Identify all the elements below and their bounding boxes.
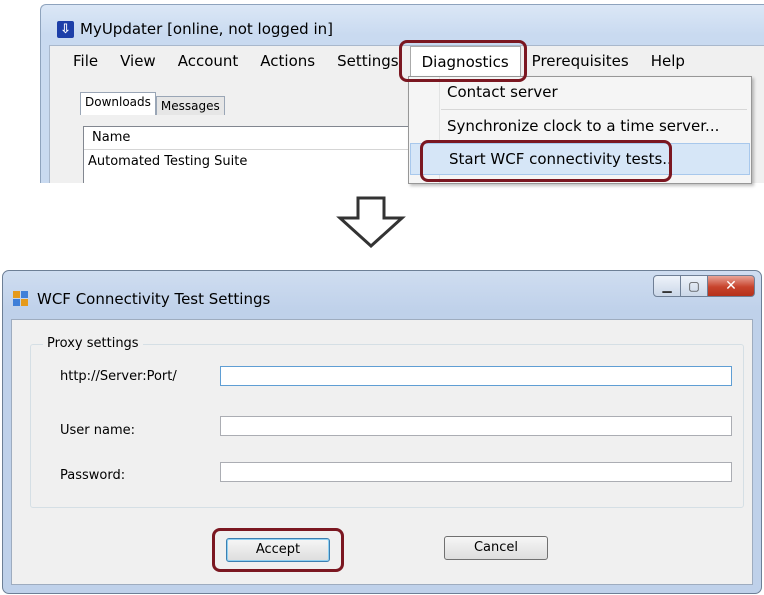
dialog-title-bar: WCF Connectivity Test Settings [13, 289, 270, 309]
table-row[interactable]: Automated Testing Suite [84, 150, 414, 174]
menu-settings[interactable]: Settings [326, 46, 410, 76]
app-icon: ⇩ [57, 20, 74, 38]
minimize-button[interactable]: ▁ [653, 275, 681, 297]
user-name-label: User name: [60, 423, 136, 438]
downloads-table: Name Automated Testing Suite [83, 126, 415, 183]
server-port-label: http://Server:Port/ [60, 369, 177, 384]
highlight-accept [212, 528, 344, 572]
menu-account[interactable]: Account [167, 46, 250, 76]
group-title: Proxy settings [43, 336, 143, 351]
menu-help[interactable]: Help [640, 46, 696, 76]
menu-prerequisites[interactable]: Prerequisites [521, 46, 640, 76]
maximize-button[interactable]: ▢ [681, 275, 708, 297]
cancel-button[interactable]: Cancel [444, 536, 548, 560]
column-header-name[interactable]: Name [84, 127, 414, 150]
wcf-settings-dialog: WCF Connectivity Test Settings ▁ ▢ ✕ Pro… [2, 270, 762, 594]
menu-item-sync-clock[interactable]: Synchronize clock to a time server... [409, 111, 751, 141]
tab-downloads[interactable]: Downloads [80, 92, 156, 115]
menu-separator [441, 109, 747, 110]
highlight-diagnostics [399, 40, 527, 82]
server-port-input[interactable] [220, 366, 732, 386]
menu-actions[interactable]: Actions [249, 46, 326, 76]
password-label: Password: [60, 468, 126, 483]
user-name-input[interactable] [220, 416, 732, 436]
menu-view[interactable]: View [109, 46, 167, 76]
highlight-start-wcf [420, 140, 672, 182]
window-title-bar: ⇩ MyUpdater [online, not logged in] [57, 17, 333, 41]
menu-file[interactable]: File [62, 46, 109, 76]
window-controls: ▁ ▢ ✕ [653, 275, 755, 297]
app-form-icon [13, 291, 29, 307]
tab-strip: Downloads Messages [80, 92, 225, 115]
tab-messages[interactable]: Messages [155, 96, 225, 115]
dialog-client: Proxy settings http://Server:Port/ User … [11, 319, 753, 585]
dialog-title: WCF Connectivity Test Settings [37, 290, 271, 308]
close-button[interactable]: ✕ [708, 275, 755, 297]
window-title: MyUpdater [online, not logged in] [80, 20, 333, 38]
password-input[interactable] [220, 462, 732, 482]
down-arrow-icon [336, 196, 406, 248]
